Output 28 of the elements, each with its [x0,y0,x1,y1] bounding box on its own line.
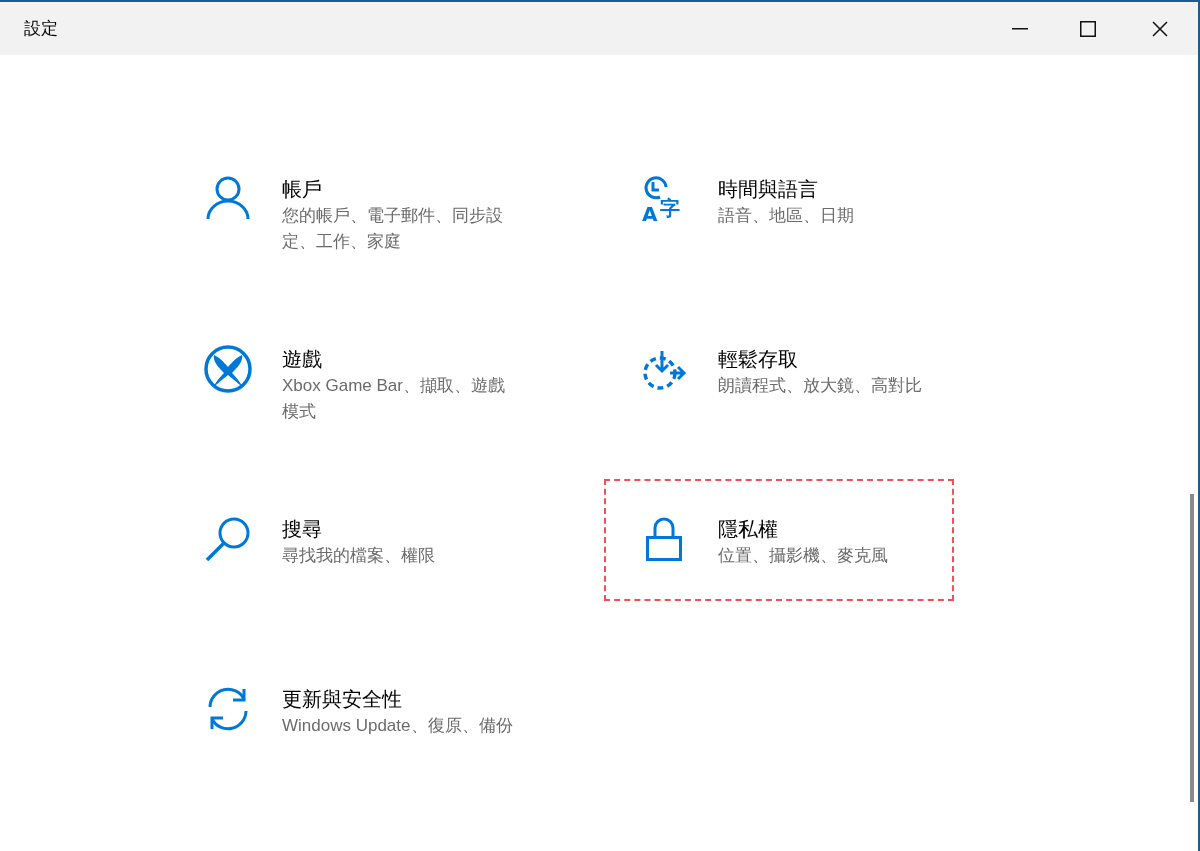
category-title: 帳戶 [282,177,323,202]
search-icon [204,515,252,563]
category-description: 朗讀程式、放大鏡、高對比 [718,375,923,397]
category-description: 語音、地區、日期 [718,205,855,227]
settings-category[interactable]: 遊戲 Xbox Game Bar、擷取、遊戲模式 [168,309,518,431]
close-icon [1152,20,1168,37]
minimize-icon [1012,27,1028,30]
settings-category[interactable]: A字 時間與語言 語音、地區、日期 [604,139,954,261]
category-description: 尋找我的檔案、權限 [282,545,436,567]
xbox-logo-icon [204,345,252,393]
settings-category[interactable]: 更新與安全性 Windows Update、復原、備份 [168,649,518,771]
maximize-icon [1080,20,1096,37]
category-description: 您的帳戶、電子郵件、同步設定、工作、家庭 [282,205,504,253]
settings-category[interactable]: 搜尋 尋找我的檔案、權限 [168,479,518,601]
window-title: 設定 [24,17,58,40]
settings-category[interactable]: 隱私權 位置、攝影機、麥克風 [604,479,954,601]
category-title: 更新與安全性 [282,687,403,712]
category-description: 位置、攝影機、麥克風 [718,545,889,567]
category-title: 輕鬆存取 [718,347,799,372]
scrollbar-thumb[interactable] [1190,494,1194,802]
category-title: 遊戲 [282,347,323,372]
category-title: 搜尋 [282,517,323,542]
category-description: Windows Update、復原、備份 [282,715,514,737]
settings-category[interactable]: 輕鬆存取 朗讀程式、放大鏡、高對比 [604,309,954,431]
settings-category[interactable]: 帳戶 您的帳戶、電子郵件、同步設定、工作、家庭 [168,139,518,261]
category-title: 時間與語言 [718,177,819,202]
category-title: 隱私權 [718,517,779,542]
category-description: Xbox Game Bar、擷取、遊戲模式 [282,375,506,423]
